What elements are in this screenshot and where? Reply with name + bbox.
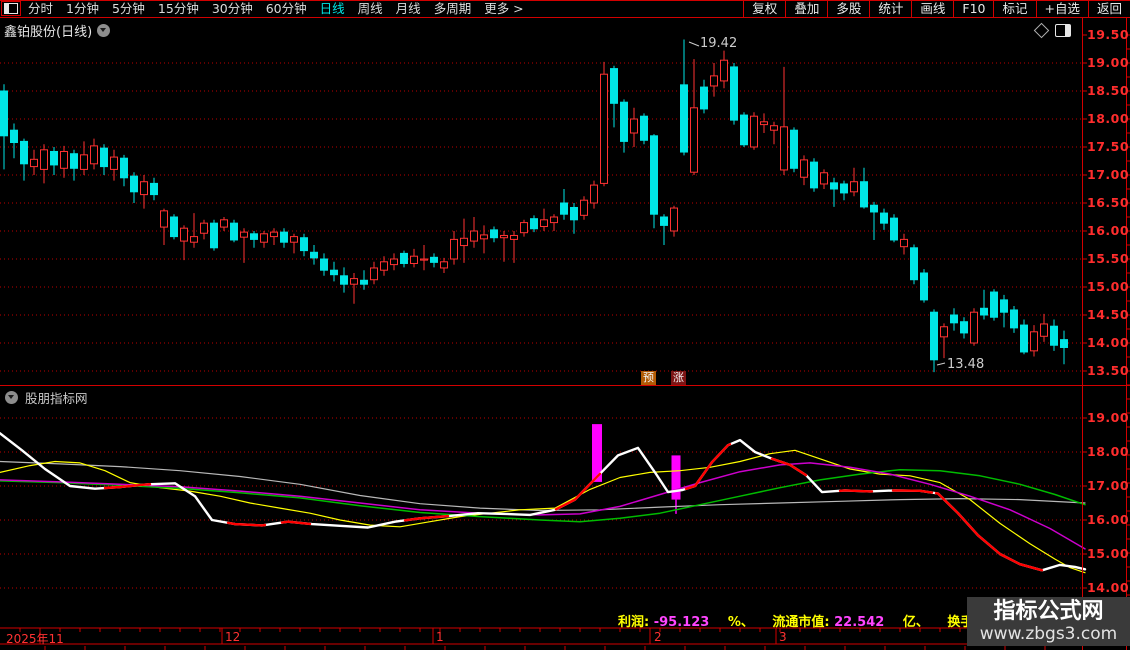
period-item-3[interactable]: 15分钟 (158, 0, 199, 18)
price-tick-7: 16.00 (1087, 223, 1130, 238)
action-item-3[interactable]: 统计 (869, 0, 911, 18)
price-tick-8: 15.50 (1087, 251, 1130, 266)
month-label-4: 3 (779, 630, 787, 644)
period-item-7[interactable]: 周线 (358, 0, 383, 18)
cap-label: 流通市值: (772, 615, 830, 630)
action-item-2[interactable]: 多股 (827, 0, 869, 18)
period-item-4[interactable]: 30分钟 (212, 0, 253, 18)
cap-value: 22.542 (834, 615, 885, 630)
layout-panel-button[interactable] (1, 1, 21, 16)
profit-unit: %、 (727, 615, 754, 630)
price-tick-11: 14.00 (1087, 335, 1130, 350)
price-tick-4: 17.50 (1087, 139, 1130, 154)
badge-rise[interactable]: 涨 (671, 371, 686, 385)
action-item-0[interactable]: 复权 (743, 0, 785, 18)
price-tick-1: 19.00 (1087, 55, 1130, 70)
top-toolbar: 分时 1分钟 5分钟 15分钟 30分钟 60分钟 日线 周线 月线 多周期 更多 > 复权 叠加 多股… (0, 0, 1130, 18)
title-row: 鑫铂股份(日线) (4, 21, 111, 40)
action-item-7[interactable]: +自选 (1035, 0, 1088, 18)
ind-tick-0: 19.00 (1087, 410, 1130, 425)
period-item-8[interactable]: 月线 (396, 0, 421, 18)
period-item-5[interactable]: 60分钟 (266, 0, 307, 18)
period-menu: 分时 1分钟 5分钟 15分钟 30分钟 60分钟 日线 周线 月线 多周期 更多 > (28, 0, 524, 18)
price-tick-6: 16.50 (1087, 195, 1130, 210)
ind-tick-4: 15.00 (1087, 546, 1130, 561)
chart-corner-icons (1033, 22, 1071, 39)
price-tick-12: 13.50 (1087, 363, 1130, 378)
period-item-0[interactable]: 分时 (28, 0, 53, 18)
low-price-annotation: 13.48 (947, 357, 985, 372)
indicator-header: 股朋指标网 (5, 388, 88, 407)
symbol-title: 鑫铂股份(日线) (4, 25, 93, 40)
indicator-chevron-down-icon[interactable] (5, 391, 18, 404)
indicator-title: 股朋指标网 (25, 391, 88, 406)
high-price-annotation: 19.42 (700, 36, 738, 51)
price-tick-10: 14.50 (1087, 307, 1130, 322)
period-item-10[interactable]: 更多 > (484, 0, 523, 18)
action-item-8[interactable]: 返回 (1087, 0, 1130, 18)
price-tick-0: 19.50 (1087, 27, 1130, 42)
price-tick-5: 17.00 (1087, 167, 1130, 182)
watermark-url: www.zbgs3.com (979, 623, 1118, 644)
month-label-1: 12 (225, 630, 241, 644)
chevron-down-icon[interactable] (97, 24, 111, 37)
action-menu: 复权 叠加 多股 统计 画线 F10 标记 +自选 返回 (743, 0, 1130, 18)
profit-value: -95.123 (653, 615, 710, 630)
price-tick-2: 18.50 (1087, 83, 1130, 98)
ind-tick-3: 16.00 (1087, 512, 1130, 527)
panel-icon[interactable] (1055, 24, 1071, 37)
period-item-9[interactable]: 多周期 (434, 0, 472, 18)
ind-tick-1: 18.00 (1087, 444, 1130, 459)
month-label-3: 2 (654, 630, 662, 644)
month-label-2: 1 (436, 630, 444, 644)
chart-canvas (0, 0, 1130, 650)
action-item-5[interactable]: F10 (953, 0, 993, 18)
month-label-0: 2025年11 (6, 632, 64, 646)
action-item-6[interactable]: 标记 (993, 0, 1035, 18)
stock-app-window: 分时 1分钟 5分钟 15分钟 30分钟 60分钟 日线 周线 月线 多周期 更多 > 复权 叠加 多股… (0, 0, 1130, 650)
ind-tick-2: 17.00 (1087, 478, 1130, 493)
watermark-title: 指标公式网 (993, 598, 1104, 624)
cap-unit: 亿、 (902, 615, 929, 630)
period-item-1[interactable]: 1分钟 (66, 0, 99, 18)
action-item-4[interactable]: 画线 (911, 0, 953, 18)
layout-icon (4, 3, 18, 14)
period-item-6[interactable]: 日线 (320, 0, 345, 18)
action-item-1[interactable]: 叠加 (785, 0, 827, 18)
profit-label: 利润: (618, 615, 650, 630)
price-tick-9: 15.00 (1087, 279, 1130, 294)
ind-tick-5: 14.00 (1087, 580, 1130, 595)
price-tick-3: 18.00 (1087, 111, 1130, 126)
diamond-icon[interactable] (1033, 22, 1050, 39)
watermark: 指标公式网 www.zbgs3.com (967, 597, 1130, 646)
badge-pre[interactable]: 预 (641, 371, 656, 385)
period-item-2[interactable]: 5分钟 (112, 0, 145, 18)
